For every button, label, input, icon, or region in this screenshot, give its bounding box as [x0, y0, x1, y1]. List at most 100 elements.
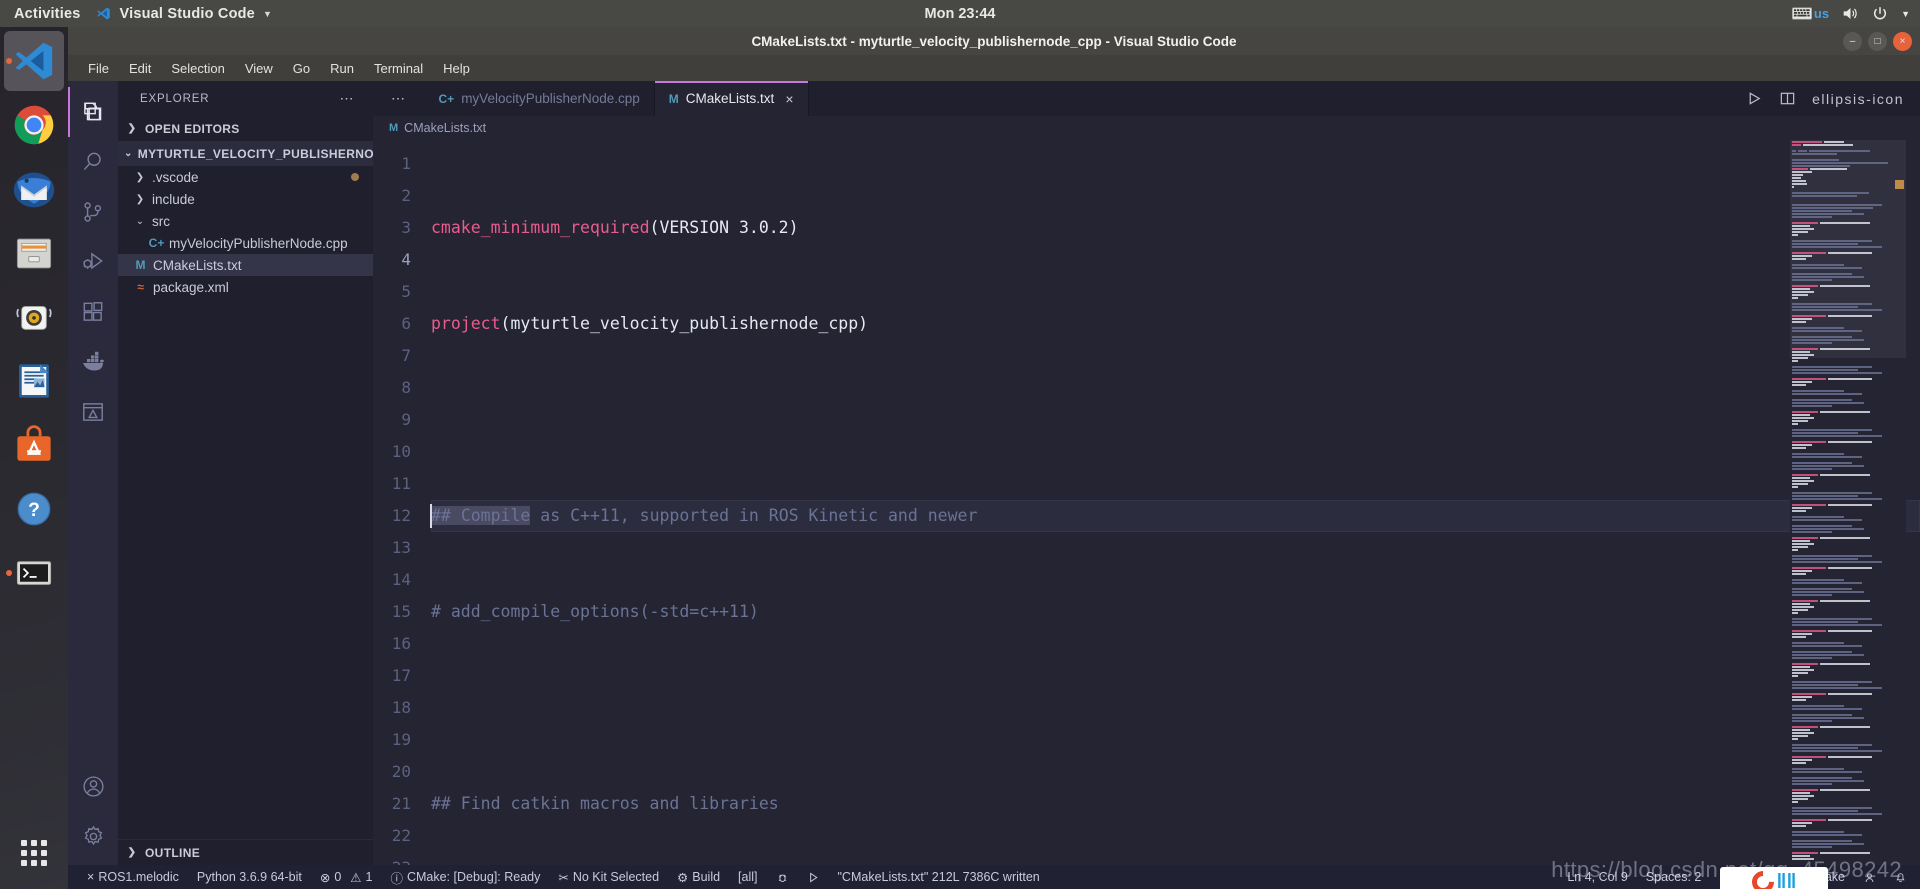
- activity-source-control[interactable]: [68, 187, 118, 237]
- keyboard-layout-label: us: [1813, 6, 1830, 21]
- status-cmake[interactable]: ⓘ CMake: [Debug]: Ready: [381, 868, 549, 887]
- line-number: 5: [401, 282, 411, 301]
- activity-bar: [68, 81, 118, 865]
- cmake-file-icon: M: [135, 258, 146, 272]
- activity-search[interactable]: [68, 137, 118, 187]
- tree-item-label: include: [152, 191, 195, 207]
- dock-item-terminal[interactable]: [4, 543, 64, 603]
- section-outline[interactable]: ❯ OUTLINE: [118, 839, 373, 865]
- tree-item-vscode-folder[interactable]: ❯ .vscode: [118, 166, 373, 188]
- status-cmake-build[interactable]: ⚙ Build: [668, 870, 729, 885]
- split-editor-icon[interactable]: [1779, 90, 1796, 107]
- status-remote[interactable]: × ROS1.melodic: [78, 870, 188, 884]
- code-line: project(myturtle_velocity_publishernode_…: [431, 308, 1920, 340]
- dock-item-files[interactable]: [4, 223, 64, 283]
- menu-edit[interactable]: Edit: [119, 58, 161, 79]
- menu-go[interactable]: Go: [283, 58, 320, 79]
- keyboard-layout-indicator[interactable]: us: [1791, 6, 1830, 21]
- editor-minimap[interactable]: [1790, 140, 1906, 865]
- tree-item-cmakelists-txt[interactable]: M CMakeLists.txt: [118, 254, 373, 276]
- code-editor[interactable]: 1 2 3 4 5 6 7 8 9 10 11 12 13 14 15 16 1: [373, 140, 1920, 865]
- grid-icon: [21, 840, 47, 866]
- show-applications-button[interactable]: [4, 825, 64, 881]
- menu-selection[interactable]: Selection: [161, 58, 234, 79]
- tabs-overflow-button[interactable]: ⋯: [373, 81, 425, 116]
- section-open-editors[interactable]: ❯ OPEN EDITORS: [118, 116, 373, 141]
- warning-count: 1: [365, 870, 373, 884]
- tab-label: CMakeLists.txt: [685, 91, 775, 106]
- status-python-version[interactable]: Python 3.6.9 64-bit: [188, 870, 311, 884]
- chevron-down-icon: ⌄: [124, 148, 133, 159]
- status-feedback[interactable]: [1854, 871, 1885, 884]
- code-line: # add_compile_options(-std=c++11): [431, 596, 1920, 628]
- activity-extensions[interactable]: [68, 287, 118, 337]
- clock[interactable]: Mon 23:44: [925, 6, 996, 22]
- status-cmake-launch[interactable]: [798, 871, 829, 884]
- running-indicator-dot: [6, 570, 12, 576]
- dock-item-rhythmbox[interactable]: [4, 287, 64, 347]
- menu-file[interactable]: File: [82, 58, 119, 79]
- tree-item-src-folder[interactable]: ⌄ src: [118, 210, 373, 232]
- status-build-target[interactable]: [all]: [729, 870, 766, 884]
- python-version-label: Python 3.6.9 64-bit: [196, 870, 302, 884]
- activities-button[interactable]: Activities: [0, 6, 96, 22]
- close-button[interactable]: ×: [1893, 31, 1912, 51]
- status-cmake-kit[interactable]: ✂ No Kit Selected: [549, 870, 668, 885]
- source-control-icon: [84, 202, 102, 222]
- status-editor-message: "CMakeLists.txt" 212L 7386C written: [829, 870, 1049, 884]
- status-problems[interactable]: ⊗ 0 ⚠ 1: [311, 870, 382, 885]
- dock-item-ubuntu-software[interactable]: [4, 415, 64, 475]
- dock-item-help[interactable]: ?: [4, 479, 64, 539]
- libreoffice-writer-icon: [19, 364, 49, 398]
- tree-item-include-folder[interactable]: ❯ include: [118, 188, 373, 210]
- activity-docker[interactable]: [68, 337, 118, 387]
- xml-file-icon: ≈: [137, 280, 144, 294]
- tree-item-package-xml[interactable]: ≈ package.xml: [118, 276, 373, 298]
- activity-explorer[interactable]: [68, 87, 118, 137]
- activity-accounts[interactable]: [68, 761, 118, 811]
- status-cmake-debug[interactable]: [767, 871, 798, 884]
- activity-run-debug[interactable]: [68, 237, 118, 287]
- rhythmbox-icon: [16, 306, 52, 330]
- volume-icon[interactable]: [1842, 6, 1859, 21]
- tree-item-myvelocitypublishernode-cpp[interactable]: C+ myVelocityPublisherNode.cpp: [118, 232, 373, 254]
- activity-cmake-tools[interactable]: [68, 387, 118, 437]
- dock-item-vscode[interactable]: [4, 31, 64, 91]
- tree-item-label: package.xml: [153, 279, 229, 295]
- app-menu-button[interactable]: Visual Studio Code ▼: [96, 6, 272, 22]
- breadcrumb-label[interactable]: CMakeLists.txt: [404, 121, 486, 135]
- dock-item-libreoffice-writer[interactable]: [4, 351, 64, 411]
- menu-terminal[interactable]: Terminal: [364, 58, 433, 79]
- power-icon[interactable]: [1872, 6, 1888, 22]
- minimize-button[interactable]: –: [1843, 31, 1862, 51]
- status-notifications[interactable]: [1885, 870, 1916, 884]
- account-icon: [82, 775, 104, 797]
- run-file-icon[interactable]: [1746, 90, 1763, 107]
- maximize-button[interactable]: □: [1868, 31, 1887, 51]
- activity-settings[interactable]: [68, 811, 118, 861]
- system-menu-chevron-icon[interactable]: ▼: [1901, 9, 1910, 19]
- line-number: 4: [401, 250, 411, 269]
- status-cursor-position[interactable]: Ln 4, Col 9: [1558, 870, 1636, 884]
- dock-item-thunderbird[interactable]: [4, 159, 64, 219]
- code-token: ##: [431, 506, 461, 525]
- section-project-root[interactable]: ⌄ MYTURTLE_VELOCITY_PUBLISHERNODE_...: [118, 141, 409, 166]
- tab-myvelocitypublishernode-cpp[interactable]: C+ myVelocityPublisherNode.cpp: [424, 81, 655, 116]
- chrome-icon: [14, 105, 54, 145]
- tab-cmakelists-txt[interactable]: M CMakeLists.txt ×: [654, 81, 809, 116]
- minimap-slider[interactable]: [1790, 140, 1906, 358]
- bug-icon: [778, 874, 786, 882]
- code-token: (myturtle_velocity_publishernode_cpp): [500, 314, 869, 333]
- dock-item-chrome[interactable]: [4, 95, 64, 155]
- svg-text:?: ?: [28, 500, 40, 521]
- menu-help[interactable]: Help: [433, 58, 480, 79]
- gear-icon: [84, 825, 102, 845]
- more-actions-icon[interactable]: ellipsis-icon: [1812, 91, 1904, 107]
- tab-close-icon[interactable]: ×: [785, 91, 793, 107]
- status-indentation[interactable]: Spaces: 2: [1637, 870, 1711, 884]
- explorer-more-actions-icon[interactable]: ⋯: [340, 90, 356, 107]
- editor-vertical-scrollbar[interactable]: [1906, 140, 1920, 865]
- menu-run[interactable]: Run: [320, 58, 364, 79]
- code-content[interactable]: cmake_minimum_required(VERSION 3.0.2) pr…: [425, 140, 1920, 865]
- menu-view[interactable]: View: [235, 58, 283, 79]
